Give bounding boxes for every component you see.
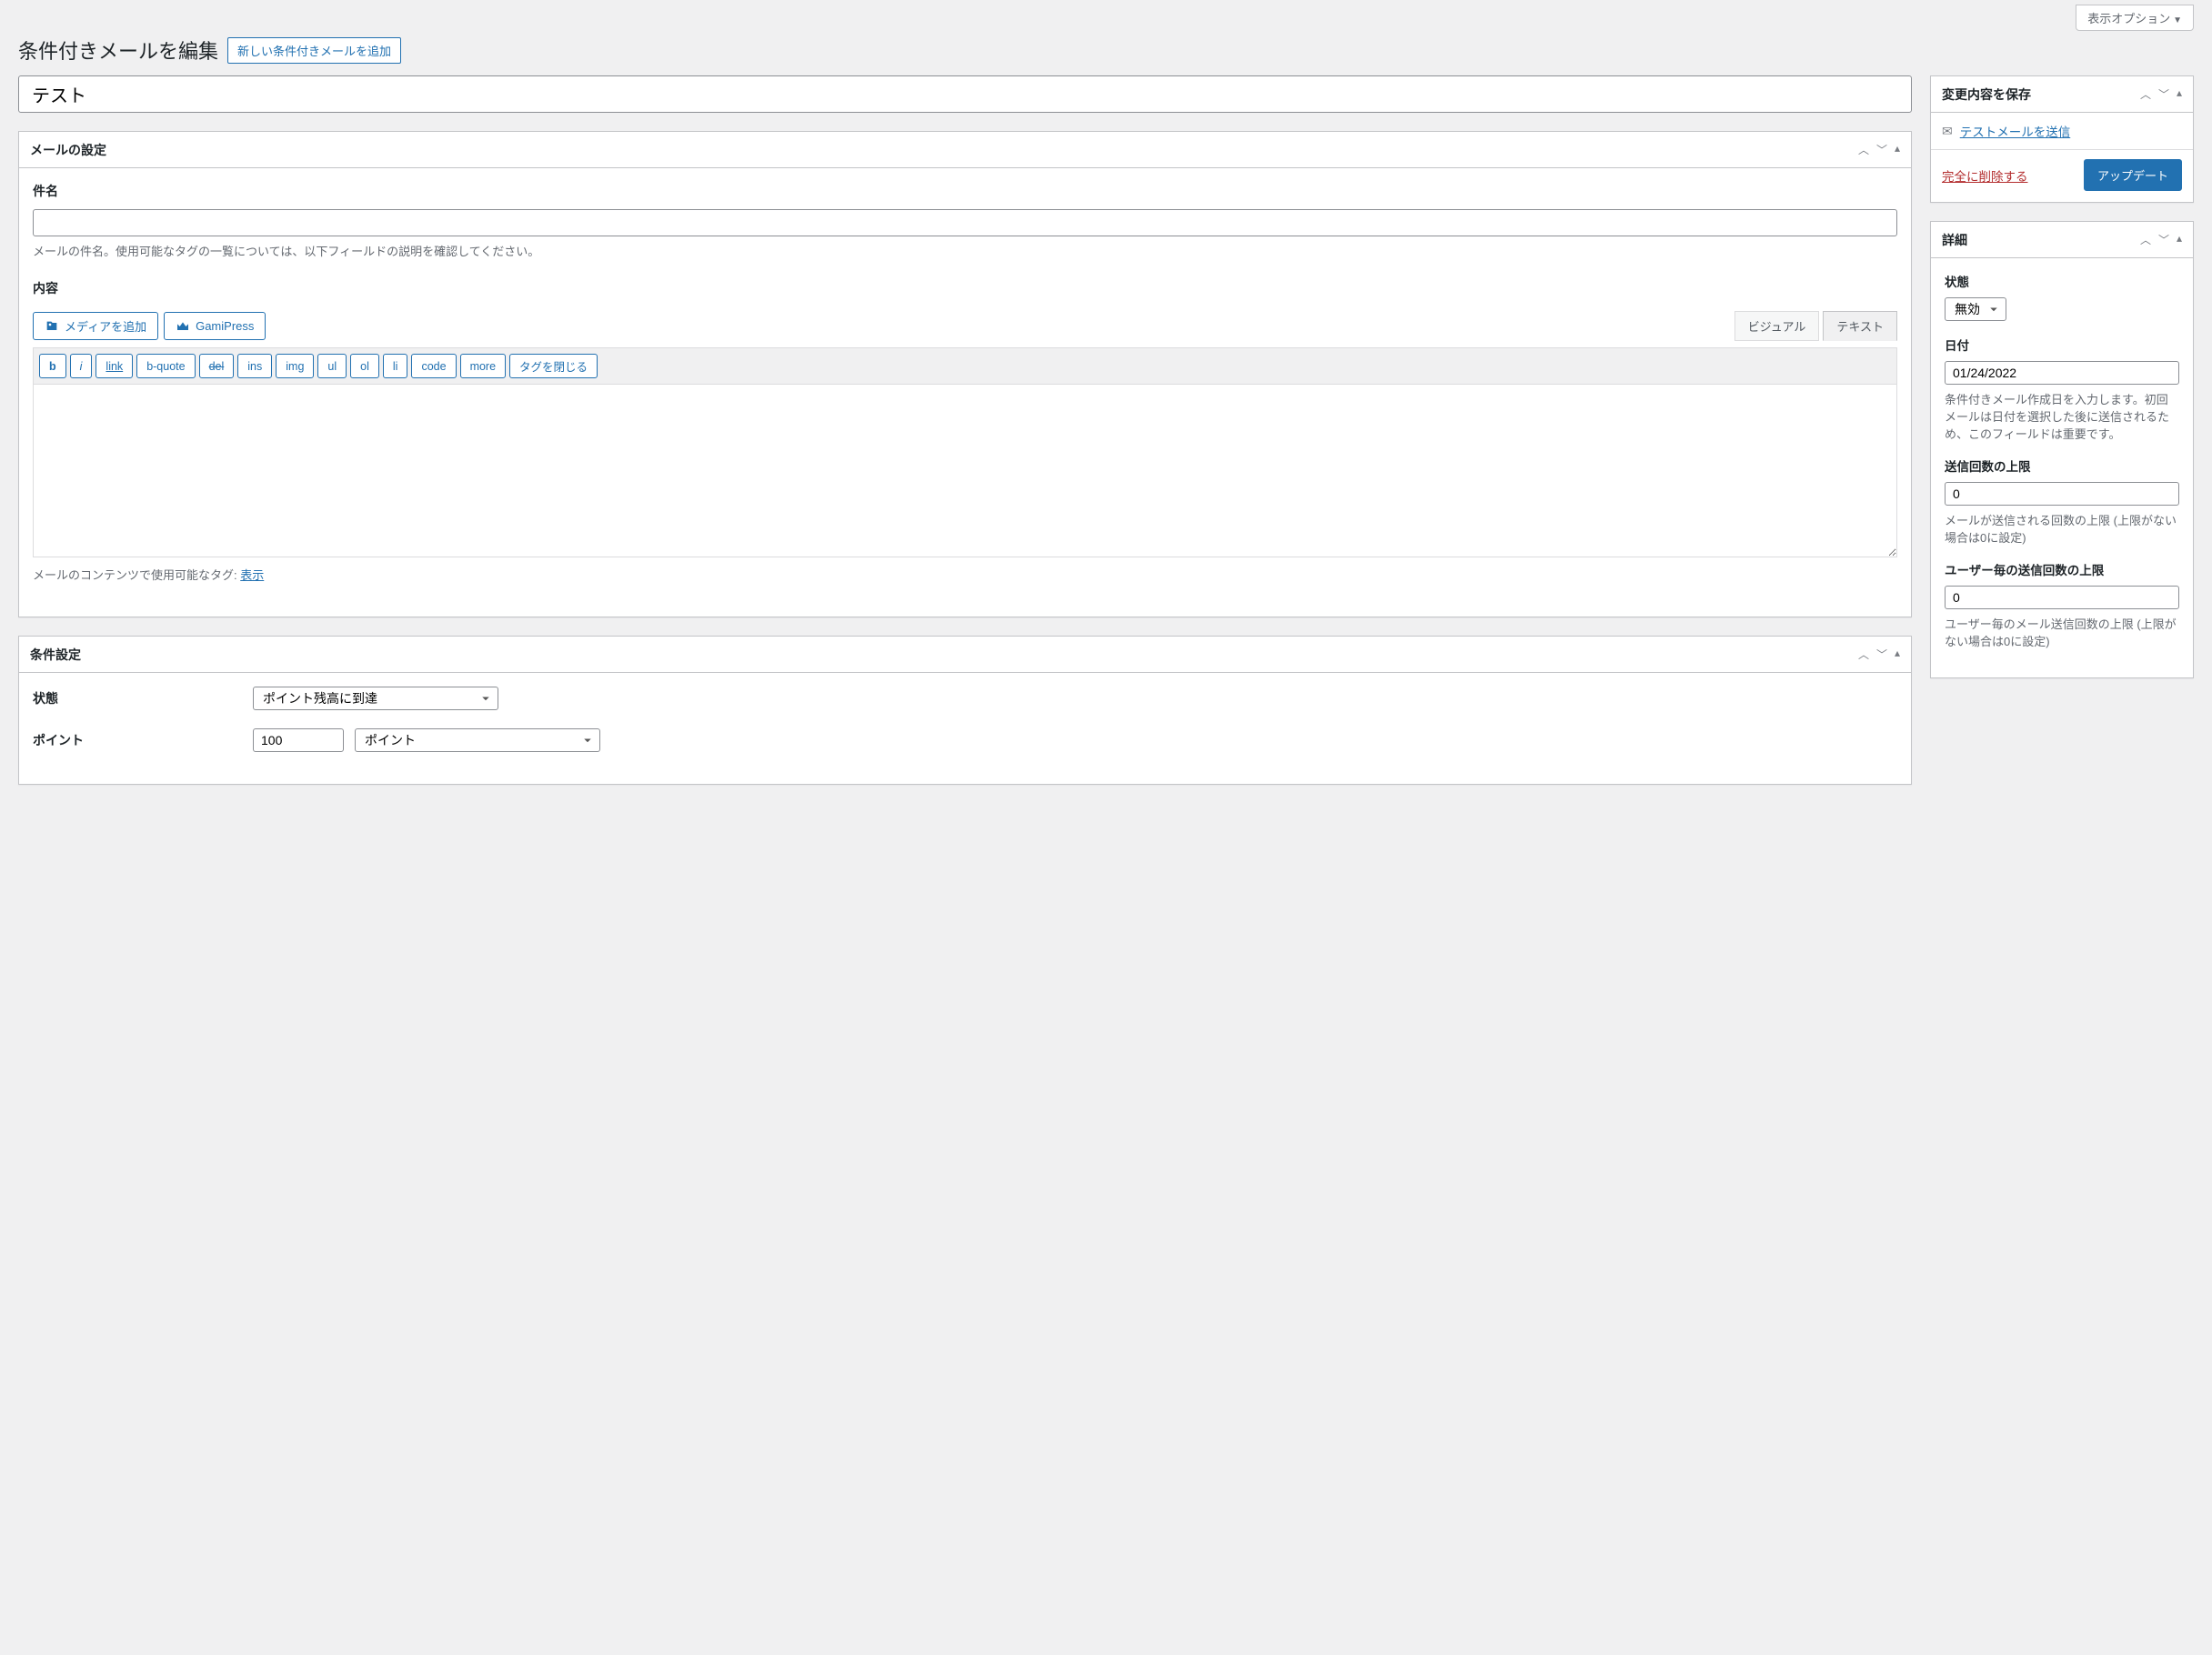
content-label: 内容: [33, 279, 1897, 297]
mail-settings-heading: メールの設定: [30, 141, 106, 159]
delete-permanently-link[interactable]: 完全に削除する: [1942, 166, 2028, 185]
points-type-select[interactable]: ポイント: [355, 728, 600, 752]
tab-visual[interactable]: ビジュアル: [1734, 311, 1820, 341]
add-media-button[interactable]: メディアを追加: [33, 312, 158, 340]
qt-more[interactable]: more: [460, 354, 506, 378]
qt-li[interactable]: li: [383, 354, 408, 378]
update-button[interactable]: アップデート: [2084, 159, 2182, 191]
subject-label: 件名: [33, 182, 1897, 200]
add-new-button[interactable]: 新しい条件付きメールを追加: [227, 37, 401, 64]
qt-ul[interactable]: ul: [317, 354, 347, 378]
qt-close[interactable]: タグを閉じる: [509, 354, 598, 378]
qt-ol[interactable]: ol: [350, 354, 379, 378]
send-test-mail-link[interactable]: テストメールを送信: [1960, 122, 2071, 140]
save-heading: 変更内容を保存: [1942, 85, 2031, 104]
qt-del[interactable]: del: [199, 354, 235, 378]
content-footer: メールのコンテンツで使用可能なタグ: 表示: [33, 566, 1897, 583]
chevron-up-icon[interactable]: ︿: [1858, 647, 1869, 662]
detail-date-label: 日付: [1945, 336, 2179, 354]
condition-status-label: 状態: [33, 689, 242, 707]
media-icon: [45, 319, 59, 334]
condition-points-label: ポイント: [33, 731, 242, 749]
send-limit-desc: メールが送信される回数の上限 (上限がない場合は0に設定): [1945, 511, 2179, 546]
tab-text[interactable]: テキスト: [1823, 311, 1897, 341]
subject-input[interactable]: [33, 209, 1897, 236]
show-tags-link[interactable]: 表示: [240, 568, 264, 582]
user-limit-desc: ユーザー毎のメール送信回数の上限 (上限がない場合は0に設定): [1945, 615, 2179, 649]
user-limit-input[interactable]: [1945, 586, 2179, 609]
qt-code[interactable]: code: [411, 354, 456, 378]
conditions-heading: 条件設定: [30, 646, 81, 664]
chevron-down-icon[interactable]: ﹀: [1876, 142, 1887, 157]
user-limit-label: ユーザー毎の送信回数の上限: [1945, 560, 2179, 578]
caret-up-icon[interactable]: ▴: [2177, 86, 2182, 102]
condition-status-select[interactable]: ポイント残高に到達: [253, 687, 498, 710]
mail-settings-panel: メールの設定 ︿ ﹀ ▴ 件名 メールの件名。使用可能なタグの一覧については、以…: [18, 131, 1912, 617]
chevron-down-icon[interactable]: ﹀: [2158, 86, 2169, 102]
subject-description: メールの件名。使用可能なタグの一覧については、以下フィールドの説明を確認してくだ…: [33, 242, 1897, 259]
page-title: 条件付きメールを編集: [18, 35, 218, 65]
qt-img[interactable]: img: [276, 354, 314, 378]
caret-up-icon[interactable]: ▴: [1895, 647, 1900, 662]
points-number-input[interactable]: [253, 728, 344, 752]
mail-icon: ✉: [1942, 124, 1953, 139]
send-limit-input[interactable]: [1945, 482, 2179, 506]
detail-date-desc: 条件付きメール作成日を入力します。初回メールは日付を選択した後に送信されるため、…: [1945, 390, 2179, 442]
chevron-up-icon[interactable]: ︿: [2140, 232, 2151, 247]
chevron-up-icon[interactable]: ︿: [2140, 86, 2151, 102]
qt-italic[interactable]: i: [70, 354, 93, 378]
details-heading: 詳細: [1942, 231, 1967, 249]
qt-ins[interactable]: ins: [237, 354, 272, 378]
chevron-down-icon[interactable]: ﹀: [2158, 232, 2169, 247]
send-limit-label: 送信回数の上限: [1945, 456, 2179, 475]
crown-icon: [176, 319, 190, 334]
caret-up-icon[interactable]: ▴: [2177, 232, 2182, 247]
chevron-down-icon[interactable]: ﹀: [1876, 647, 1887, 662]
detail-status-select[interactable]: 無効: [1945, 297, 2006, 321]
content-textarea[interactable]: [33, 385, 1897, 557]
post-title-input[interactable]: [18, 75, 1912, 113]
screen-options-button[interactable]: 表示オプション: [2076, 5, 2194, 31]
caret-up-icon[interactable]: ▴: [1895, 142, 1900, 157]
qt-bquote[interactable]: b-quote: [136, 354, 195, 378]
qt-link[interactable]: link: [96, 354, 133, 378]
details-panel: 詳細 ︿ ﹀ ▴ 状態 無効 日付 条件付きメール作成日を入力します。初: [1930, 221, 2194, 678]
gamipress-button[interactable]: GamiPress: [164, 312, 266, 340]
qt-bold[interactable]: b: [39, 354, 66, 378]
detail-date-input[interactable]: [1945, 361, 2179, 385]
save-panel: 変更内容を保存 ︿ ﹀ ▴ ✉ テストメールを送信 完全に削除する アップデート: [1930, 75, 2194, 203]
conditions-panel: 条件設定 ︿ ﹀ ▴ 状態 ポイント残高に到達 ポイント: [18, 636, 1912, 785]
chevron-up-icon[interactable]: ︿: [1858, 142, 1869, 157]
detail-status-label: 状態: [1945, 272, 2179, 290]
